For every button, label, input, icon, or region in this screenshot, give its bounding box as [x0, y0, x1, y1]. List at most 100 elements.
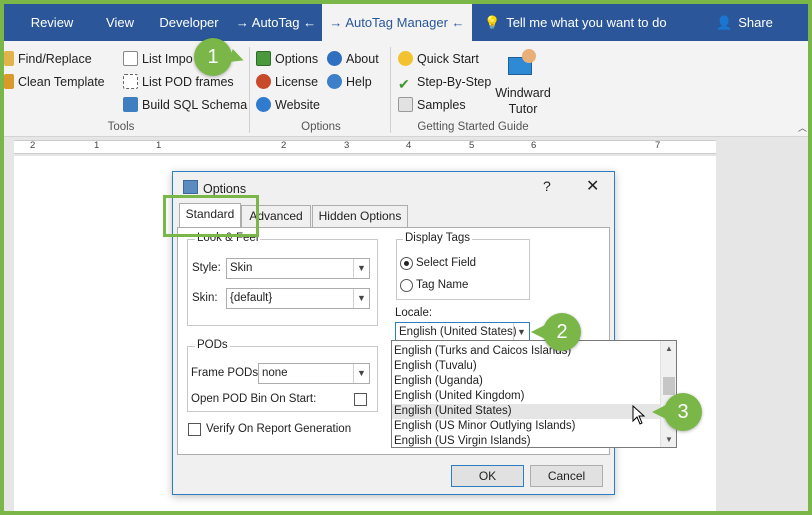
share-label: Share: [738, 15, 773, 30]
list-import-label: List Impo: [142, 52, 193, 66]
samples-icon: [398, 97, 413, 112]
tell-me-text: Tell me what you want to do: [506, 15, 667, 30]
checkmark-icon: ✔: [398, 76, 410, 92]
options-dialog-icon: [183, 180, 198, 194]
tag-name-radio[interactable]: [400, 279, 413, 292]
about-label: About: [346, 52, 379, 66]
ruler: 2 1 1 2 3 4 5 6 7: [4, 138, 808, 156]
callout-3: 3: [652, 393, 702, 431]
skin-select[interactable]: {default} ▼: [226, 288, 370, 309]
locale-label: Locale:: [395, 307, 433, 319]
chevron-down-icon: ▼: [353, 364, 369, 383]
list-item[interactable]: English (Tuvalu): [392, 359, 661, 374]
close-icon[interactable]: ✕: [586, 176, 599, 196]
step-by-step-button[interactable]: ✔ Step-By-Step: [398, 72, 491, 92]
style-value: Skin: [230, 262, 253, 274]
quick-start-button[interactable]: Quick Start: [398, 49, 479, 69]
person-add-icon: 👤: [716, 15, 733, 30]
cancel-button[interactable]: Cancel: [530, 465, 603, 487]
scrollbar-thumb[interactable]: [663, 377, 675, 395]
lightbulb-icon: [398, 51, 413, 66]
ruler-number: 2: [281, 140, 287, 151]
samples-label: Samples: [417, 98, 466, 112]
tag-name-label: Tag Name: [416, 279, 469, 291]
open-pod-bin-label: Open POD Bin On Start:: [191, 393, 317, 405]
style-select[interactable]: Skin ▼: [226, 258, 370, 279]
group-divider: [249, 47, 250, 133]
scroll-up-icon[interactable]: ▲: [661, 341, 677, 356]
list-item-selected[interactable]: English (United States): [392, 404, 661, 419]
options-button[interactable]: Options: [256, 49, 318, 69]
ok-button[interactable]: OK: [451, 465, 524, 487]
quick-start-label: Quick Start: [417, 52, 479, 66]
help-button[interactable]: ?: [543, 178, 551, 194]
list-item[interactable]: English (Uganda): [392, 374, 661, 389]
options-group-label: Options: [301, 121, 341, 133]
callout-1: 1: [194, 38, 232, 76]
list-item[interactable]: English (US Virgin Islands): [392, 434, 661, 449]
help-button[interactable]: Help: [327, 72, 372, 92]
tab-hidden-options[interactable]: Hidden Options: [312, 205, 408, 227]
find-replace-icon: [4, 51, 14, 66]
open-pod-bin-checkbox[interactable]: [354, 393, 367, 406]
share-button[interactable]: 👤 Share: [716, 4, 773, 41]
ruler-number: 3: [344, 140, 350, 151]
verify-label: Verify On Report Generation: [206, 423, 352, 435]
select-field-label: Select Field: [416, 257, 477, 269]
scroll-down-icon[interactable]: ▼: [661, 432, 677, 447]
frame-pods-value: none: [262, 367, 288, 379]
tab-autotag[interactable]: → AutoTag ←: [230, 4, 322, 41]
chevron-down-icon: ▼: [353, 289, 369, 308]
step-by-step-label: Step-By-Step: [417, 75, 492, 89]
pods-title: PODs: [195, 339, 230, 351]
build-sql-label: Build SQL Schema: [142, 98, 248, 112]
ruler-track: 2 1 1 2 3 4 5 6 7: [14, 140, 716, 154]
ruler-number: 1: [156, 140, 162, 151]
standard-tab-highlight: [163, 195, 259, 237]
list-item[interactable]: English (United Kingdom): [392, 389, 661, 404]
collapse-ribbon-icon[interactable]: ︿: [798, 121, 807, 134]
website-button[interactable]: Website: [256, 95, 320, 115]
ruler-number: 5: [469, 140, 475, 151]
frame-pods-select[interactable]: none ▼: [258, 363, 370, 384]
tab-review[interactable]: Review: [12, 4, 92, 41]
windward-tutor-button[interactable]: Windward Tutor: [492, 45, 554, 121]
tab-view[interactable]: View: [92, 4, 148, 41]
verify-checkbox[interactable]: [188, 423, 201, 436]
build-sql-schema-button[interactable]: Build SQL Schema: [123, 95, 247, 115]
tab-autotag-manager[interactable]: → AutoTag Manager ←: [322, 4, 472, 41]
skin-label: Skin:: [192, 292, 218, 304]
mouse-cursor-icon: [632, 405, 646, 425]
tab-developer[interactable]: Developer: [148, 4, 230, 41]
dialog-title: Options: [203, 182, 247, 196]
clean-template-button[interactable]: Clean Template: [4, 72, 105, 92]
display-tags-title: Display Tags: [403, 232, 472, 244]
samples-button[interactable]: Samples: [398, 95, 466, 115]
locale-value: English (United States): [399, 326, 517, 338]
options-icon: [256, 51, 271, 66]
select-field-radio[interactable]: [400, 257, 413, 270]
list-import-button[interactable]: List Impo: [123, 49, 193, 69]
ruler-number: 4: [406, 140, 412, 151]
tutor-label-2: Tutor: [508, 102, 538, 116]
clean-template-label: Clean Template: [18, 75, 105, 89]
list-item[interactable]: English (US Minor Outlying Islands): [392, 419, 661, 434]
list-item[interactable]: English (Turks and Caicos Islands): [392, 344, 661, 359]
ruler-number: 2: [30, 140, 36, 151]
ribbon-body: Find/Replace Clean Template List Impo Li…: [4, 41, 808, 137]
ruler-number: 1: [94, 140, 100, 151]
globe-icon: [256, 97, 271, 112]
options-label: Options: [275, 52, 319, 66]
getting-started-group-label: Getting Started Guide: [417, 121, 529, 133]
tell-me-box[interactable]: 💡 Tell me what you want to do: [484, 4, 667, 41]
about-button[interactable]: About: [327, 49, 379, 69]
frame-pods-label: Frame PODs:: [191, 367, 262, 379]
chevron-down-icon: ▼: [353, 259, 369, 278]
license-icon: [256, 74, 271, 89]
schema-icon: [123, 97, 138, 112]
list-icon: [123, 51, 138, 66]
frame-icon: [123, 74, 138, 89]
callout-2: 2: [531, 313, 581, 351]
find-replace-button[interactable]: Find/Replace: [4, 49, 92, 69]
license-button[interactable]: License: [256, 72, 318, 92]
